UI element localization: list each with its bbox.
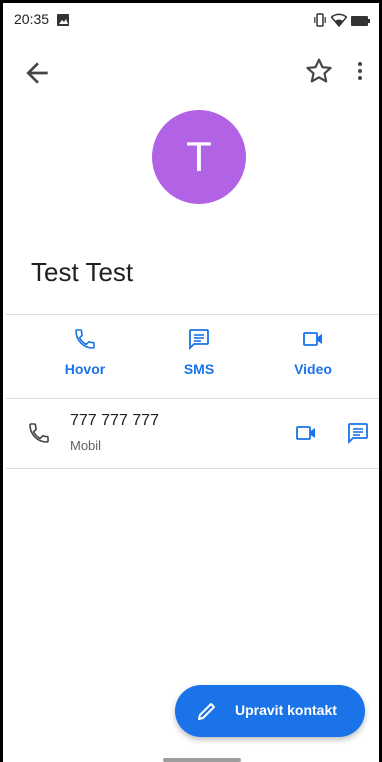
edit-contact-label: Upravit kontakt bbox=[235, 702, 337, 718]
status-icons bbox=[314, 13, 371, 32]
edit-contact-button[interactable]: Upravit kontakt bbox=[175, 685, 365, 737]
more-vert-icon[interactable] bbox=[348, 55, 372, 87]
divider bbox=[6, 398, 379, 399]
screen: 20:35 T Test Test Hovor SMS Video 777 77… bbox=[0, 0, 382, 762]
gesture-nav-bar[interactable] bbox=[163, 758, 241, 762]
message-icon bbox=[189, 329, 209, 351]
video-icon bbox=[303, 332, 322, 346]
divider bbox=[6, 468, 379, 469]
action-sms[interactable]: SMS bbox=[154, 327, 244, 377]
pencil-icon bbox=[198, 703, 215, 720]
divider bbox=[6, 314, 379, 315]
battery-icon bbox=[351, 16, 370, 26]
app-bar bbox=[3, 43, 379, 99]
action-video[interactable]: Video bbox=[268, 327, 358, 377]
status-bar: 20:35 bbox=[3, 3, 379, 37]
message-icon[interactable] bbox=[346, 421, 370, 445]
action-call-label: Hovor bbox=[64, 361, 106, 377]
back-arrow-icon[interactable] bbox=[21, 57, 53, 89]
contact-name: Test Test bbox=[31, 257, 134, 287]
action-call[interactable]: Hovor bbox=[40, 327, 130, 377]
wifi-icon bbox=[329, 13, 348, 28]
vibrate-icon bbox=[314, 13, 326, 27]
phone-icon bbox=[29, 423, 49, 443]
phone-number: 777 777 777 bbox=[70, 412, 159, 429]
avatar: T bbox=[152, 110, 246, 204]
status-time: 20:35 bbox=[14, 11, 50, 27]
phone-icon bbox=[75, 329, 95, 349]
star-outline-icon[interactable] bbox=[303, 55, 335, 87]
phone-type: Mobil bbox=[70, 438, 102, 453]
action-sms-label: SMS bbox=[183, 361, 215, 377]
video-icon[interactable] bbox=[294, 421, 318, 445]
action-video-label: Video bbox=[294, 361, 332, 377]
image-notification-icon bbox=[57, 14, 69, 26]
